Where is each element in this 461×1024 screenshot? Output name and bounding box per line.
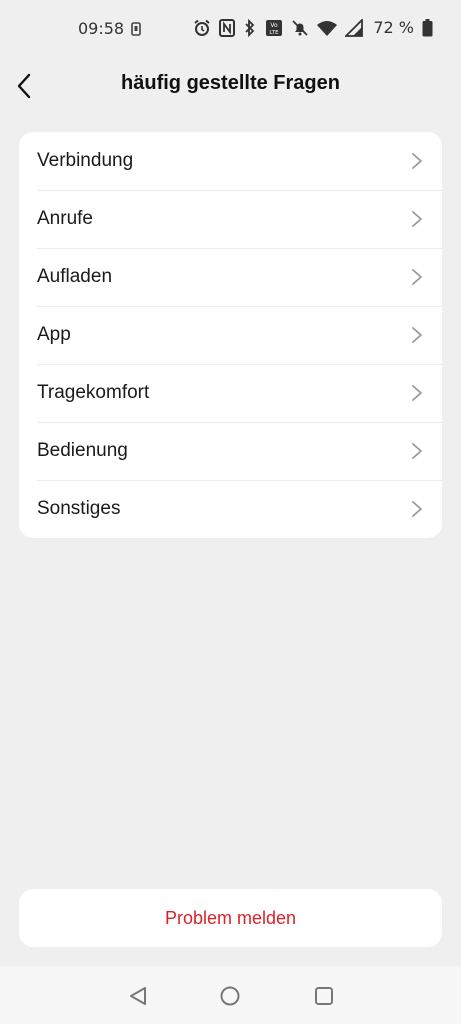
svg-text:LTE: LTE (270, 30, 280, 36)
chevron-right-icon (412, 269, 422, 285)
faq-item-aufladen[interactable]: Aufladen (19, 248, 442, 306)
chevron-right-icon (412, 211, 422, 227)
chevron-right-icon (412, 443, 422, 459)
notification-icon (131, 22, 141, 41)
faq-item-label: Bedienung (37, 440, 128, 461)
faq-item-label: Tragekomfort (37, 382, 150, 403)
signal-icon (345, 18, 364, 37)
back-nav-icon[interactable] (126, 984, 150, 1008)
faq-item-verbindung[interactable]: Verbindung (19, 132, 442, 190)
system-nav-bar (0, 966, 461, 1024)
chevron-right-icon (412, 153, 422, 169)
svg-text:Vo: Vo (271, 22, 279, 29)
faq-item-label: Sonstiges (37, 498, 121, 519)
battery-icon (422, 18, 433, 37)
home-nav-icon[interactable] (218, 984, 242, 1008)
faq-item-bedienung[interactable]: Bedienung (19, 422, 442, 480)
recents-nav-icon[interactable] (312, 984, 336, 1008)
faq-item-label: Anrufe (37, 208, 93, 229)
chevron-right-icon (412, 385, 422, 401)
status-bar: 09:58 Vo LTE 72 % (0, 0, 461, 58)
faq-item-sonstiges[interactable]: Sonstiges (19, 480, 442, 538)
status-icons: Vo LTE 72 % (193, 18, 433, 37)
faq-item-label: Verbindung (37, 150, 134, 171)
faq-item-tragekomfort[interactable]: Tragekomfort (19, 364, 442, 422)
page-title: häufig gestellte Fragen (121, 72, 340, 94)
faq-item-app[interactable]: App (19, 306, 442, 364)
wifi-icon (317, 20, 338, 36)
app-header: häufig gestellte Fragen (0, 58, 461, 114)
battery-percent: 72 % (373, 18, 414, 37)
faq-item-label: Aufladen (37, 266, 113, 287)
status-time: 09:58 (78, 19, 125, 38)
chevron-right-icon (412, 327, 422, 343)
report-problem-button[interactable]: Problem melden (19, 889, 442, 947)
faq-item-anrufe[interactable]: Anrufe (19, 190, 442, 248)
bluetooth-icon (243, 18, 257, 37)
faq-list: Verbindung Anrufe Aufladen App Tragekomf… (19, 132, 442, 538)
alarm-icon (193, 19, 211, 37)
mute-icon (291, 19, 309, 37)
volte-icon: Vo LTE (265, 19, 283, 37)
faq-item-label: App (37, 324, 71, 345)
nfc-icon (219, 18, 236, 37)
chevron-right-icon (412, 501, 422, 517)
report-problem-label: Problem melden (164, 907, 297, 928)
